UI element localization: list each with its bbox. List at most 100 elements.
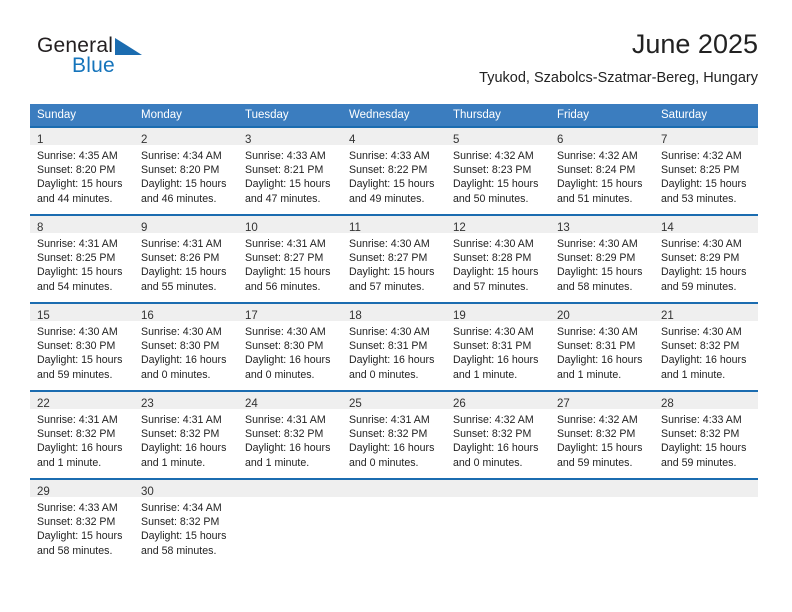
sunrise-text: Sunrise: 4:34 AM [141, 150, 222, 162]
calendar-day-cell[interactable]: 8 Sunrise: 4:31 AM Sunset: 8:25 PM Daylight… [30, 214, 134, 303]
day-sun-info: Sunrise: 4:31 AM Sunset: 8:32 PM Daylight:… [342, 409, 446, 470]
calendar-day-cell[interactable]: 26 Sunrise: 4:32 AM Sunset: 8:32 PM Dayligh… [446, 390, 550, 479]
day-number-strip: 12 [446, 216, 550, 234]
day-sun-info: Sunrise: 4:32 AM Sunset: 8:32 PM Daylight:… [446, 409, 550, 470]
calendar-day-cell[interactable]: 30 Sunrise: 4:34 AM Sunset: 8:32 PM Dayligh… [134, 478, 238, 567]
day-sun-info: Sunrise: 4:32 AM Sunset: 8:25 PM Daylight:… [654, 145, 758, 206]
day-number-strip: 25 [342, 392, 446, 410]
calendar-day-cell[interactable]: 12 Sunrise: 4:30 AM Sunset: 8:28 PM Dayligh… [446, 214, 550, 303]
calendar-day-cell[interactable]: 13 Sunrise: 4:30 AM Sunset: 8:29 PM Dayligh… [550, 214, 654, 303]
day-number-strip: 6 [550, 128, 654, 146]
daylight-text: Daylight: 15 hours and 44 minutes. [37, 178, 123, 205]
calendar-day-cell[interactable]: 28 Sunrise: 4:33 AM Sunset: 8:32 PM Dayligh… [654, 390, 758, 479]
day-number-strip [342, 480, 446, 497]
sunrise-text: Sunrise: 4:32 AM [453, 150, 534, 162]
calendar-day-cell[interactable]: 29 Sunrise: 4:33 AM Sunset: 8:32 PM Dayligh… [30, 478, 134, 567]
day-number: 16 [141, 310, 154, 322]
weekday-header-wednesday: Wednesday [342, 104, 446, 127]
day-number-strip: 22 [30, 392, 134, 410]
day-number: 3 [245, 134, 252, 146]
daylight-text: Daylight: 15 hours and 58 minutes. [557, 266, 643, 293]
day-number-strip: 7 [654, 128, 758, 146]
brand-name-blue: Blue [72, 54, 115, 77]
sunrise-text: Sunrise: 4:32 AM [557, 150, 638, 162]
day-number-strip [446, 480, 550, 497]
calendar-day-cell[interactable]: 7 Sunrise: 4:32 AM Sunset: 8:25 PM Daylight… [654, 126, 758, 215]
calendar-day-cell[interactable]: 9 Sunrise: 4:31 AM Sunset: 8:26 PM Daylight… [134, 214, 238, 303]
daylight-text: Daylight: 16 hours and 0 minutes. [141, 354, 227, 381]
day-number: 8 [37, 222, 44, 234]
daylight-text: Daylight: 16 hours and 1 minute. [245, 442, 331, 469]
calendar-day-cell[interactable]: 15 Sunrise: 4:30 AM Sunset: 8:30 PM Dayligh… [30, 302, 134, 391]
calendar-day-cell[interactable]: 14 Sunrise: 4:30 AM Sunset: 8:29 PM Dayligh… [654, 214, 758, 303]
day-sun-info: Sunrise: 4:31 AM Sunset: 8:27 PM Daylight:… [238, 233, 342, 294]
calendar-day-cell[interactable]: 4 Sunrise: 4:33 AM Sunset: 8:22 PM Daylight… [342, 126, 446, 215]
day-number: 7 [661, 134, 668, 146]
sunset-text: Sunset: 8:28 PM [453, 252, 532, 265]
day-number: 14 [661, 222, 674, 234]
calendar-day-cell-empty [550, 478, 654, 567]
daylight-text: Daylight: 16 hours and 1 minute. [661, 354, 747, 381]
sunset-text: Sunset: 8:25 PM [661, 164, 740, 177]
calendar-day-cell[interactable]: 22 Sunrise: 4:31 AM Sunset: 8:32 PM Dayligh… [30, 390, 134, 479]
calendar-day-cell[interactable]: 27 Sunrise: 4:32 AM Sunset: 8:32 PM Dayligh… [550, 390, 654, 479]
calendar-day-cell[interactable]: 18 Sunrise: 4:30 AM Sunset: 8:31 PM Dayligh… [342, 302, 446, 391]
sunrise-text: Sunrise: 4:31 AM [141, 414, 222, 426]
calendar-day-cell[interactable]: 5 Sunrise: 4:32 AM Sunset: 8:23 PM Daylight… [446, 126, 550, 215]
calendar-page: General Blue June 2025 Tyukod, Szabolcs-… [0, 0, 792, 612]
brand-logo[interactable]: General Blue [37, 34, 217, 86]
calendar-day-cell[interactable]: 20 Sunrise: 4:30 AM Sunset: 8:31 PM Dayligh… [550, 302, 654, 391]
day-number-strip: 14 [654, 216, 758, 234]
day-sun-info: Sunrise: 4:31 AM Sunset: 8:25 PM Daylight:… [30, 233, 134, 294]
daylight-text: Daylight: 15 hours and 58 minutes. [141, 530, 227, 557]
day-sun-info: Sunrise: 4:32 AM Sunset: 8:24 PM Daylight:… [550, 145, 654, 206]
calendar-header-row: Sunday Monday Tuesday Wednesday Thursday… [30, 104, 758, 127]
calendar-day-cell[interactable]: 11 Sunrise: 4:30 AM Sunset: 8:27 PM Dayligh… [342, 214, 446, 303]
calendar-week-row: 8 Sunrise: 4:31 AM Sunset: 8:25 PM Daylight… [30, 214, 758, 303]
day-number: 24 [245, 398, 258, 410]
weekday-header-saturday: Saturday [654, 104, 758, 127]
daylight-text: Daylight: 16 hours and 0 minutes. [245, 354, 331, 381]
day-sun-info: Sunrise: 4:32 AM Sunset: 8:23 PM Daylight:… [446, 145, 550, 206]
day-number: 15 [37, 310, 50, 322]
daylight-text: Daylight: 15 hours and 50 minutes. [453, 178, 539, 205]
daylight-text: Daylight: 16 hours and 1 minute. [557, 354, 643, 381]
calendar-day-cell[interactable]: 19 Sunrise: 4:30 AM Sunset: 8:31 PM Dayligh… [446, 302, 550, 391]
sunrise-text: Sunrise: 4:30 AM [661, 326, 742, 338]
sunrise-text: Sunrise: 4:33 AM [245, 150, 326, 162]
page-title: June 2025 [631, 29, 758, 59]
calendar-day-cell[interactable]: 6 Sunrise: 4:32 AM Sunset: 8:24 PM Daylight… [550, 126, 654, 215]
sunset-text: Sunset: 8:27 PM [245, 252, 324, 265]
sunset-text: Sunset: 8:26 PM [141, 252, 220, 265]
calendar-day-cell[interactable]: 2 Sunrise: 4:34 AM Sunset: 8:20 PM Daylight… [134, 126, 238, 215]
calendar-day-cell[interactable]: 23 Sunrise: 4:31 AM Sunset: 8:32 PM Dayligh… [134, 390, 238, 479]
day-number: 19 [453, 310, 466, 322]
calendar-day-cell[interactable]: 1 Sunrise: 4:35 AM Sunset: 8:20 PM Daylight… [30, 126, 134, 215]
day-sun-info: Sunrise: 4:35 AM Sunset: 8:20 PM Daylight:… [30, 145, 134, 206]
day-number: 26 [453, 398, 466, 410]
day-number: 17 [245, 310, 258, 322]
weekday-header-thursday: Thursday [446, 104, 550, 127]
day-number: 27 [557, 398, 570, 410]
day-number-strip: 24 [238, 392, 342, 410]
day-number-strip: 30 [134, 480, 238, 498]
calendar-day-cell[interactable]: 21 Sunrise: 4:30 AM Sunset: 8:32 PM Dayligh… [654, 302, 758, 391]
sunset-text: Sunset: 8:32 PM [245, 428, 324, 441]
day-number: 22 [37, 398, 50, 410]
day-number-strip: 27 [550, 392, 654, 410]
sunset-text: Sunset: 8:27 PM [349, 252, 428, 265]
day-number-strip: 4 [342, 128, 446, 146]
daylight-text: Daylight: 15 hours and 59 minutes. [661, 442, 747, 469]
calendar-day-cell[interactable]: 3 Sunrise: 4:33 AM Sunset: 8:21 PM Daylight… [238, 126, 342, 215]
calendar-day-cell[interactable]: 25 Sunrise: 4:31 AM Sunset: 8:32 PM Dayligh… [342, 390, 446, 479]
day-number: 12 [453, 222, 466, 234]
calendar-day-cell[interactable]: 10 Sunrise: 4:31 AM Sunset: 8:27 PM Dayligh… [238, 214, 342, 303]
daylight-text: Daylight: 15 hours and 59 minutes. [557, 442, 643, 469]
daylight-text: Daylight: 15 hours and 47 minutes. [245, 178, 331, 205]
calendar-day-cell[interactable]: 16 Sunrise: 4:30 AM Sunset: 8:30 PM Dayligh… [134, 302, 238, 391]
calendar-day-cell[interactable]: 24 Sunrise: 4:31 AM Sunset: 8:32 PM Dayligh… [238, 390, 342, 479]
sunrise-text: Sunrise: 4:30 AM [453, 238, 534, 250]
calendar-day-cell[interactable]: 17 Sunrise: 4:30 AM Sunset: 8:30 PM Dayligh… [238, 302, 342, 391]
sunset-text: Sunset: 8:31 PM [557, 340, 636, 353]
day-number: 18 [349, 310, 362, 322]
